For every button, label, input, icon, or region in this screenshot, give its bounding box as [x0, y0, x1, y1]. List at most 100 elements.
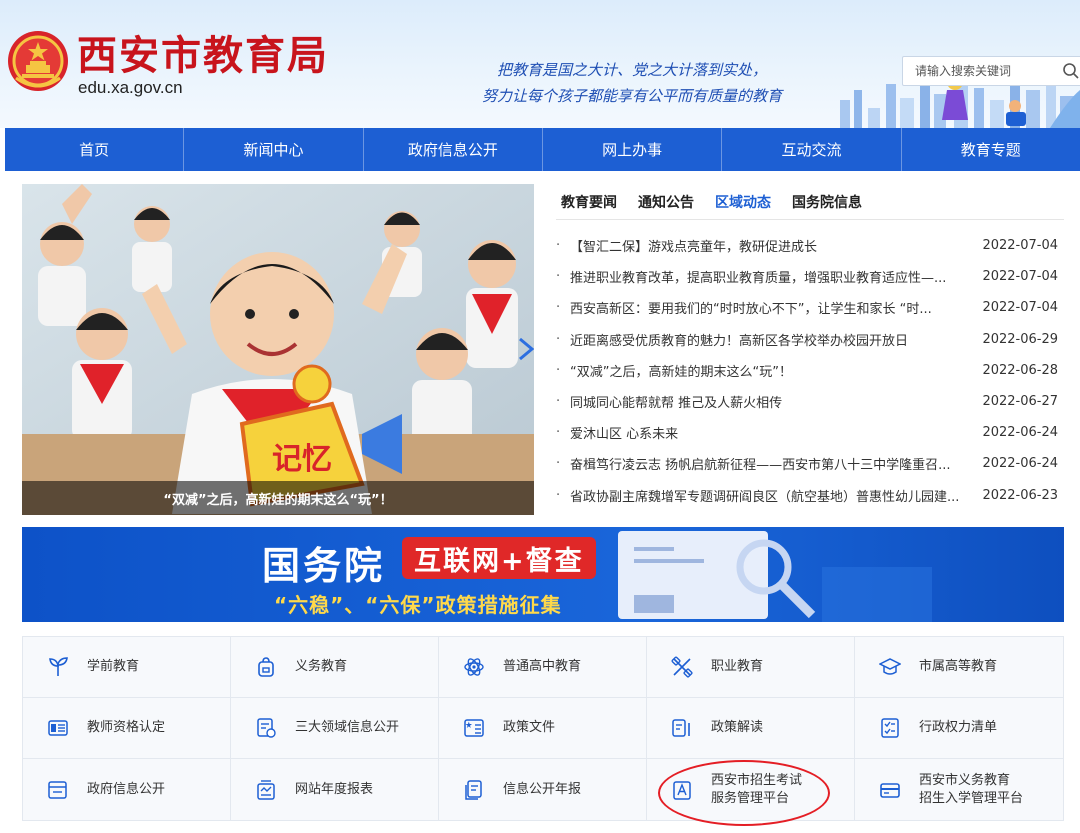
service-power-list[interactable]: 行政权力清单	[855, 698, 1063, 759]
policy-book-icon	[464, 719, 484, 737]
service-preschool[interactable]: 学前教育	[23, 637, 231, 698]
service-exam-platform[interactable]: 西安市招生考试 服务管理平台	[647, 759, 855, 820]
search-box	[902, 56, 1080, 86]
banner-subtitle: “六稳”、“六保”政策措施征集	[274, 593, 562, 617]
list-item[interactable]: · “双减”之后，高新娃的期末这么“玩”！ 2022-06-28	[556, 355, 1064, 386]
list-item[interactable]: · 推进职业教育改革，提高职业教育质量，增强职业教育适应性—... 2022-07-…	[556, 261, 1064, 292]
window-icon	[48, 780, 67, 799]
nav-item-interaction[interactable]: 互动交流	[722, 128, 902, 171]
service-enrollment-platform[interactable]: 西安市义务教育 招生入学管理平台	[855, 759, 1063, 820]
bullet-icon: ·	[556, 331, 561, 347]
service-label: 行政权力清单	[919, 720, 998, 735]
service-info-annual-report[interactable]: 信息公开年报	[439, 759, 647, 820]
service-label: 信息公开年报	[503, 781, 582, 797]
service-label: 西安市义务教育 招生入学管理平台	[919, 772, 1024, 806]
annual-report-icon	[465, 779, 482, 800]
supervision-banner[interactable]: 国务院 互联网+督查 “六稳”、“六保”政策措施征集	[22, 527, 1064, 622]
tab-notices[interactable]: 通知公告	[638, 184, 694, 220]
tab-regional-news[interactable]: 区域动态	[715, 184, 771, 220]
site-header: 西安市教育局 edu.xa.gov.cn 把教育是国之大计、党之大计落到实处， …	[0, 0, 1080, 128]
banner-title: 国务院	[262, 544, 386, 588]
bullet-icon: ·	[556, 487, 561, 503]
service-label: 三大领域信息公开	[295, 720, 400, 735]
service-gov-info-disclosure[interactable]: 政府信息公开	[23, 759, 231, 820]
service-compulsory[interactable]: 义务教育	[231, 637, 439, 698]
nav-item-online-services[interactable]: 网上办事	[543, 128, 723, 171]
hero-carousel[interactable]: 记忆 “双减”之后，高新娃的期末这么“玩”！	[22, 184, 534, 515]
service-label: 政府信息公开	[87, 781, 166, 797]
news-title[interactable]: 奋楫笃行凌云志 扬帆启航新征程——西安市第八十三中学隆重召...	[570, 454, 970, 473]
graduation-cap-icon	[879, 658, 901, 675]
list-item[interactable]: · 奋楫笃行凌云志 扬帆启航新征程——西安市第八十三中学隆重召... 2022-06…	[556, 448, 1064, 479]
list-item[interactable]: · 近距离感受优质教育的魅力！高新区各学校举办校园开放日 2022-06-29	[556, 324, 1064, 355]
bullet-icon: ·	[556, 238, 561, 254]
news-date: 2022-06-24	[982, 456, 1058, 472]
service-label: 网站年度报表	[295, 781, 374, 797]
service-label: 职业教育	[711, 659, 764, 674]
tab-education-news[interactable]: 教育要闻	[561, 184, 617, 220]
news-date: 2022-06-24	[982, 425, 1058, 441]
tab-state-council-info[interactable]: 国务院信息	[792, 184, 862, 220]
service-label: 西安市招生考试 服务管理平台	[711, 772, 803, 806]
national-emblem-logo	[8, 31, 68, 91]
news-title[interactable]: 近距离感受优质教育的魅力！高新区各学校举办校园开放日	[570, 330, 970, 349]
slogan-line-1: 把教育是国之大计、党之大计落到实处，	[496, 61, 767, 79]
news-title[interactable]: 同城同心能帮就帮 推己及人薪火相传	[570, 392, 970, 411]
nav-item-news-center[interactable]: 新闻中心	[184, 128, 364, 171]
news-title[interactable]: 省政协副主席魏增军专题调研阎良区（航空基地）普惠性幼儿园建...	[570, 486, 970, 505]
news-date: 2022-07-04	[982, 269, 1058, 285]
news-title[interactable]: 爱沐山区 心系未来	[570, 423, 970, 442]
news-list: · 【智汇二保】游戏点亮童年，教研促进成长 2022-07-04 · 推进职业教育改革…	[556, 230, 1064, 511]
list-item[interactable]: · 西安高新区：要用我们的“时时放心不下”，让学生和家长 “时... 2022-07…	[556, 292, 1064, 323]
service-label: 普通高中教育	[503, 659, 582, 674]
news-title[interactable]: 推进职业教育改革，提高职业教育质量，增强职业教育适应性—...	[570, 267, 970, 286]
service-label: 学前教育	[87, 659, 140, 674]
service-three-fields-disclosure[interactable]: 三大领域信息公开	[231, 698, 439, 759]
list-item[interactable]: · 【智汇二保】游戏点亮童年，教研促进成长 2022-07-04	[556, 230, 1064, 261]
slogan: 把教育是国之大计、党之大计落到实处， 努力让每个孩子都能享有公平而有质量的教育	[452, 57, 812, 109]
bullet-icon: ·	[556, 269, 561, 285]
news-panel: 教育要闻 通知公告 区域动态 国务院信息 · 【智汇二保】游戏点亮童年，教研促进成…	[556, 184, 1064, 505]
service-label: 义务教育	[295, 659, 348, 674]
checklist-icon	[881, 718, 899, 738]
news-title[interactable]: 【智汇二保】游戏点亮童年，教研促进成长	[570, 236, 970, 255]
bullet-icon: ·	[556, 300, 561, 316]
service-higher-education[interactable]: 市属高等教育	[855, 637, 1063, 698]
hero-caption[interactable]: “双减”之后，高新娃的期末这么“玩”！	[22, 481, 534, 515]
search-input[interactable]	[903, 57, 1043, 85]
nav-item-education-topics[interactable]: 教育专题	[902, 128, 1080, 171]
hero-photo: 记忆	[22, 184, 534, 515]
service-high-school[interactable]: 普通高中教育	[439, 637, 647, 698]
list-item[interactable]: · 同城同心能帮就帮 推己及人薪火相传 2022-06-27	[556, 386, 1064, 417]
service-website-annual-report[interactable]: 网站年度报表	[231, 759, 439, 820]
list-item[interactable]: · 省政协副主席魏增军专题调研阎良区（航空基地）普惠性幼儿园建... 2022-06…	[556, 480, 1064, 511]
news-title[interactable]: “双减”之后，高新娃的期末这么“玩”！	[570, 361, 970, 380]
nav-item-gov-info[interactable]: 政府信息公开	[364, 128, 543, 171]
service-policy-documents[interactable]: 政策文件	[439, 698, 647, 759]
site-title[interactable]: 西安市教育局	[77, 34, 329, 78]
report-icon	[257, 779, 275, 800]
sprout-icon	[49, 657, 68, 676]
news-title[interactable]: 西安高新区：要用我们的“时时放心不下”，让学生和家长 “时...	[570, 298, 970, 317]
backpack-icon	[258, 657, 274, 677]
carousel-next-arrow-icon[interactable]	[516, 337, 534, 361]
enrollment-platform-icon	[880, 782, 900, 798]
search-icon[interactable]	[1062, 62, 1080, 80]
news-date: 2022-07-04	[982, 238, 1058, 254]
bullet-icon: ·	[556, 394, 561, 410]
atom-icon	[464, 658, 484, 676]
reading-icon	[672, 719, 690, 737]
news-date: 2022-06-28	[982, 362, 1058, 378]
list-item[interactable]: · 爱沐山区 心系未来 2022-06-24	[556, 417, 1064, 448]
bullet-icon: ·	[556, 425, 561, 441]
service-label: 市属高等教育	[919, 659, 998, 674]
slogan-line-2: 努力让每个孩子都能享有公平而有质量的教育	[481, 87, 782, 105]
service-policy-interpretation[interactable]: 政策解读	[647, 698, 855, 759]
service-teacher-certification[interactable]: 教师资格认定	[23, 698, 231, 759]
document-list-icon	[257, 718, 276, 738]
certificate-icon	[48, 720, 68, 736]
tools-icon	[671, 656, 693, 678]
news-date: 2022-06-23	[982, 487, 1058, 503]
service-vocational[interactable]: 职业教育	[647, 637, 855, 698]
nav-item-home[interactable]: 首页	[5, 128, 185, 171]
